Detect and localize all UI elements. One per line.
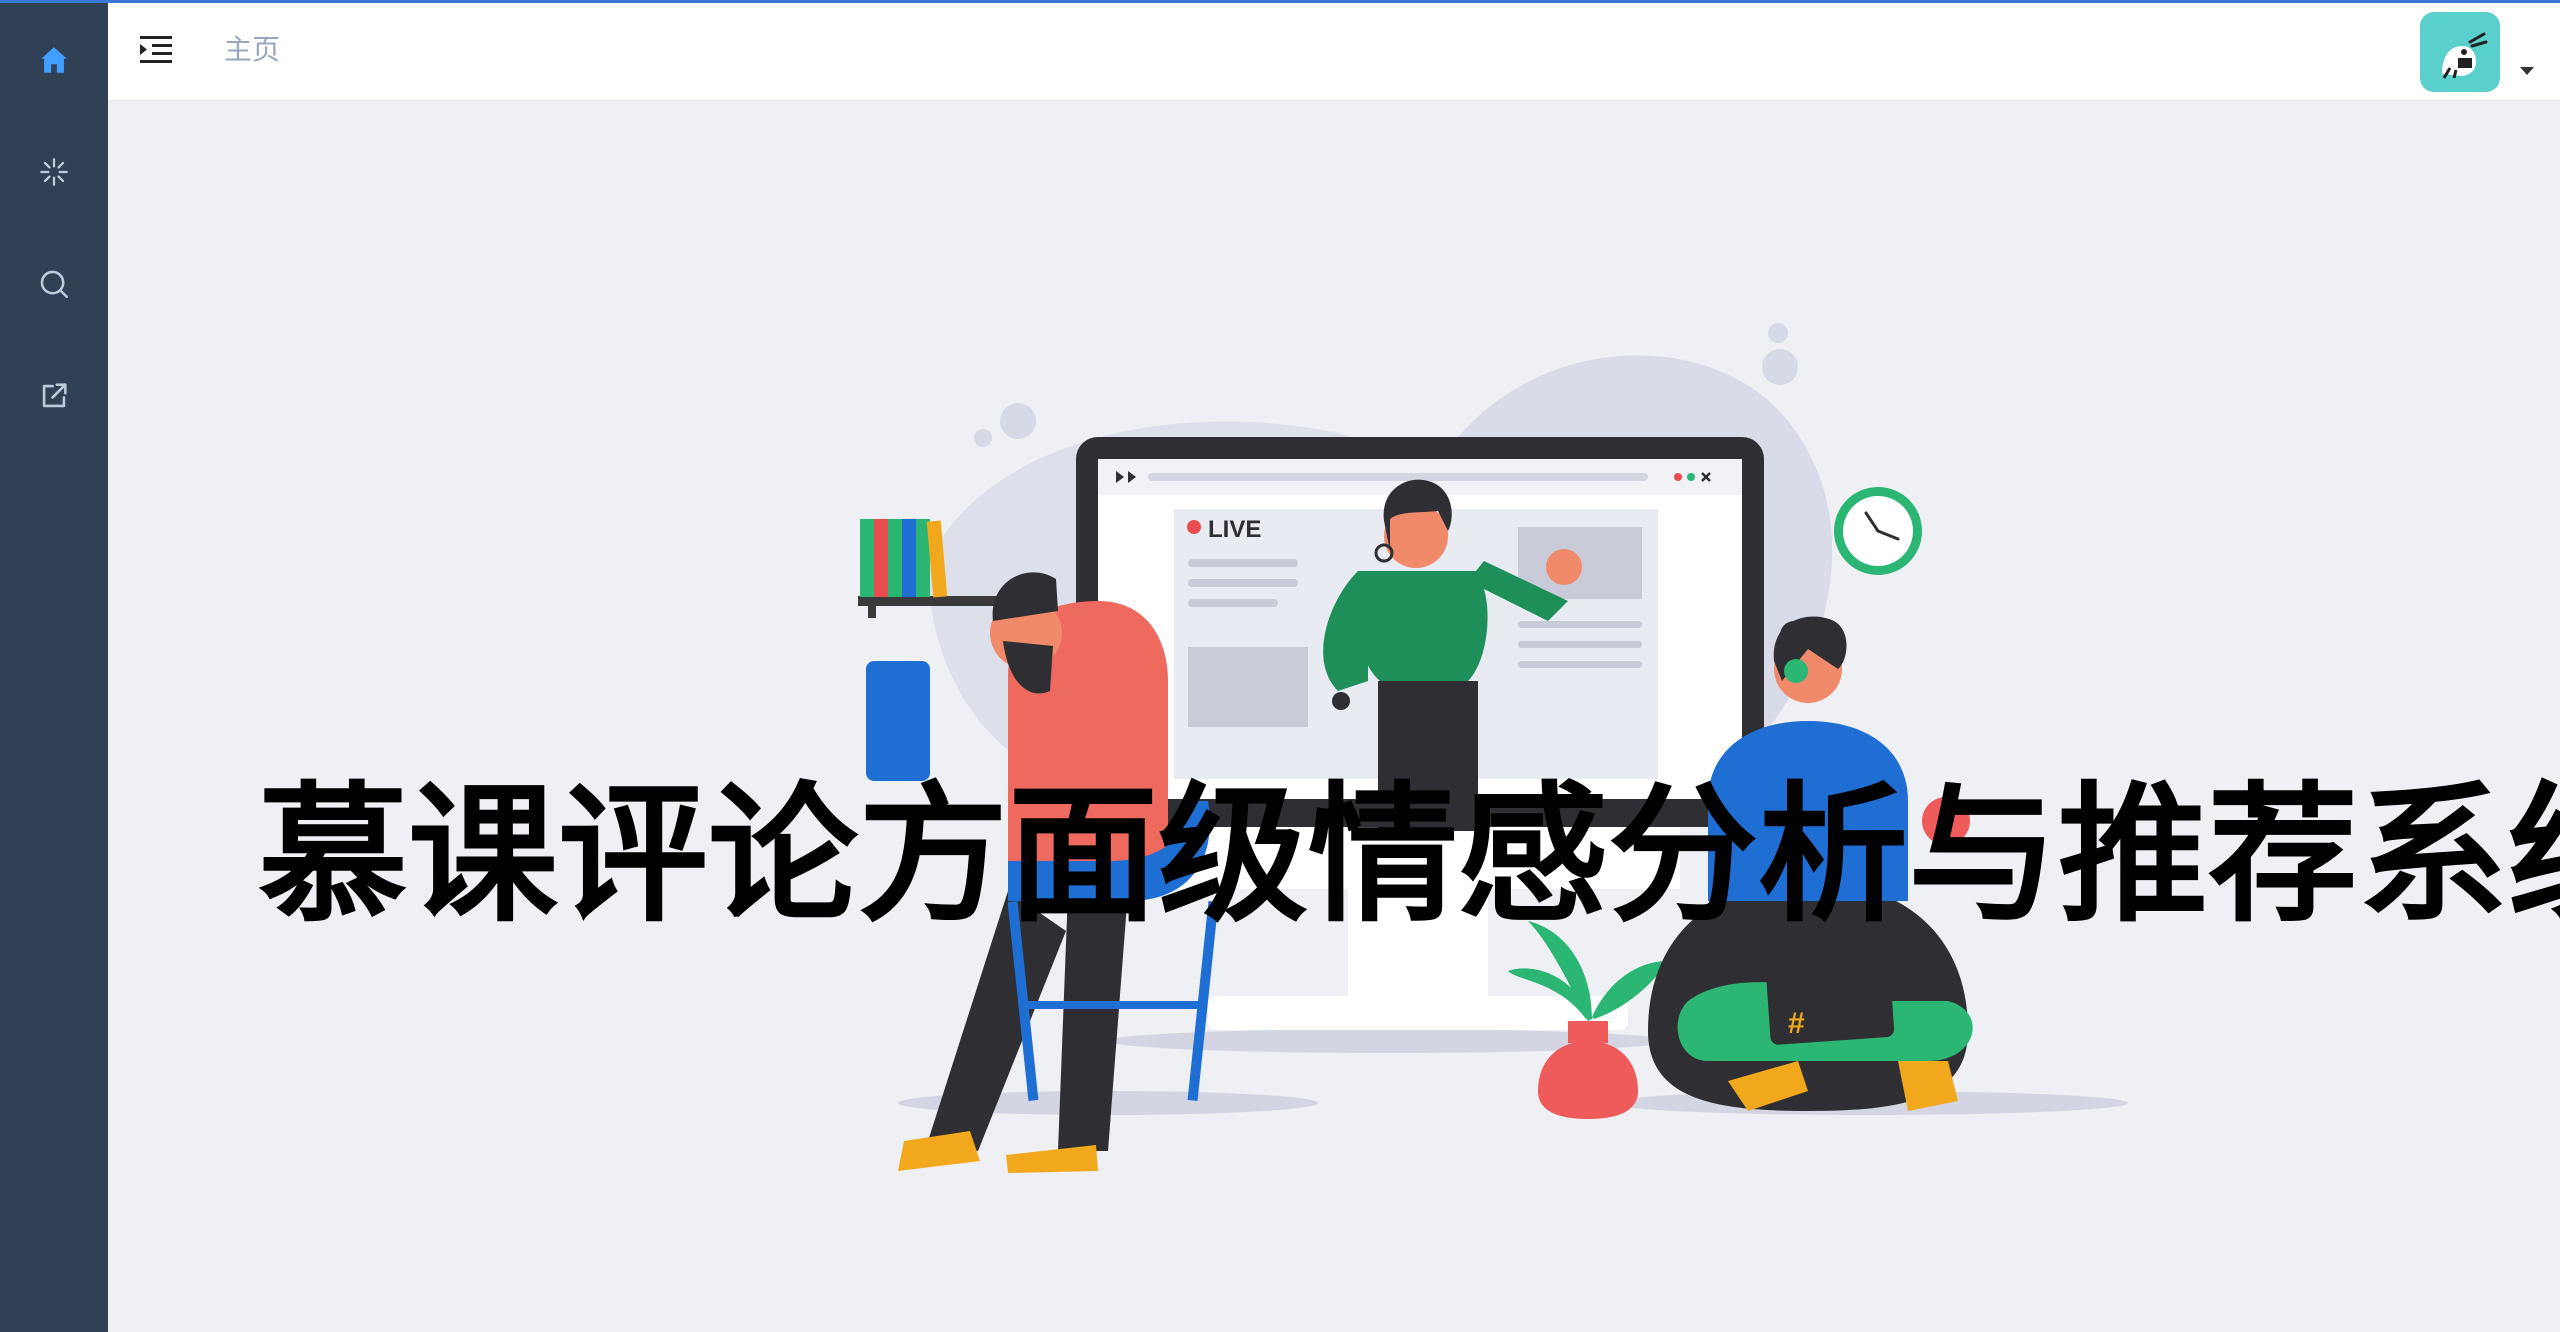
page-title: 慕课评论方面级情感分析与推荐系统	[258, 769, 2560, 943]
breadcrumb[interactable]: 主页	[224, 30, 280, 70]
top-navbar: 主页	[108, 0, 2560, 101]
menu-toggle-icon[interactable]	[138, 30, 178, 70]
live-badge: LIVE	[1208, 516, 1261, 543]
hero-illustration: LIVE #	[858, 323, 2128, 1173]
dropdown-caret-icon[interactable]	[2518, 64, 2536, 78]
main-content: LIVE # 慕课评论方面级情感分析与推荐系统	[108, 101, 2560, 1332]
sparkle-icon	[40, 158, 68, 186]
sidebar	[0, 0, 108, 1332]
user-avatar[interactable]	[2420, 12, 2500, 92]
home-icon	[41, 47, 67, 73]
sidebar-item-link[interactable]	[0, 340, 108, 452]
avatar-image	[2442, 32, 2488, 79]
sidebar-item-home[interactable]	[0, 4, 108, 116]
sidebar-item-search[interactable]	[0, 228, 108, 340]
top-accent-line	[0, 0, 2560, 3]
external-link-icon	[42, 383, 67, 408]
search-icon	[40, 270, 69, 299]
laptop-symbol: #	[1788, 1007, 1805, 1040]
sidebar-item-analysis[interactable]	[0, 116, 108, 228]
